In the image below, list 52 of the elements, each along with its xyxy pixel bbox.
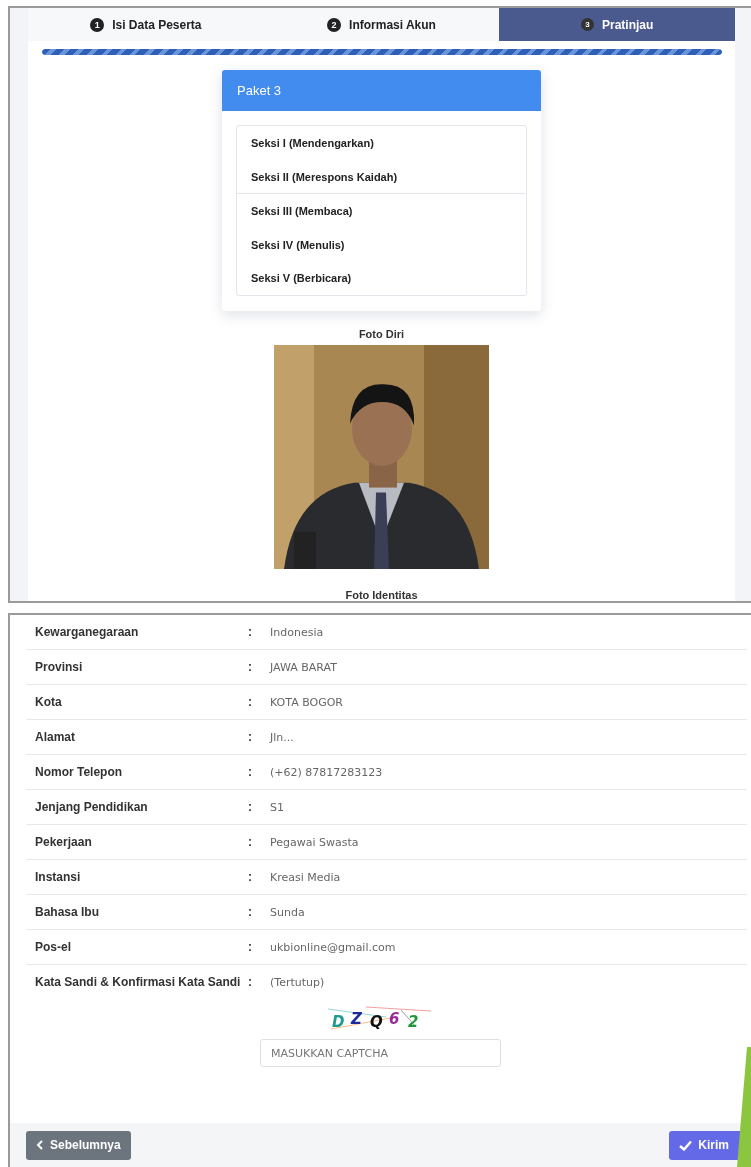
captcha-image: D Z Q 6 2 bbox=[325, 1005, 436, 1033]
colon: : bbox=[248, 905, 253, 919]
field-value: Jln... bbox=[270, 730, 294, 744]
section-item: Seksi II (Merespons Kaidah) bbox=[237, 159, 526, 195]
colon: : bbox=[248, 940, 253, 954]
field-value: (Tertutup) bbox=[270, 975, 325, 989]
field-label: Pekerjaan bbox=[34, 835, 93, 849]
field-value: ukbionline@gmail.com bbox=[270, 940, 396, 954]
section-item: Seksi I (Mendengarkan) bbox=[250, 136, 375, 152]
colon: : bbox=[248, 765, 253, 779]
field-label: Kata Sandi & Konfirmasi Kata Sandi bbox=[34, 975, 242, 989]
colon: : bbox=[248, 730, 253, 744]
field-value: S1 bbox=[270, 800, 284, 814]
field-label: Kota bbox=[34, 695, 63, 709]
field-label: Kewarganegaraan bbox=[34, 625, 140, 639]
field-value: Indonesia bbox=[270, 625, 324, 639]
step-number: 2 bbox=[327, 17, 342, 32]
field-value: Kreasi Media bbox=[270, 870, 341, 884]
captcha-field[interactable]: MASUKKAN CAPTCHA bbox=[260, 1039, 501, 1067]
colon: : bbox=[248, 660, 253, 674]
step-tab[interactable]: 2 Informasi Akun bbox=[263, 8, 500, 42]
field-value: JAWA BARAT bbox=[270, 660, 337, 674]
check-icon bbox=[679, 1139, 693, 1151]
field-value: Sunda bbox=[270, 905, 305, 919]
photo-label: Foto Identitas bbox=[345, 589, 418, 601]
field-label: Pos-el bbox=[34, 940, 72, 954]
colon: : bbox=[248, 695, 253, 709]
chevron-left-icon bbox=[36, 1140, 44, 1150]
previous-button[interactable]: Sebelumnya bbox=[26, 1130, 131, 1160]
card-header: Paket 3 bbox=[222, 70, 541, 112]
step-tab[interactable]: 3 Pratinjau bbox=[499, 8, 735, 42]
section-item: Seksi V (Berbicara) bbox=[250, 271, 353, 287]
field-label: Provinsi bbox=[34, 660, 84, 674]
colon: : bbox=[248, 835, 253, 849]
field-value: KOTA BOGOR bbox=[270, 695, 343, 709]
field-label: Alamat bbox=[34, 730, 76, 744]
colon: : bbox=[248, 870, 253, 884]
colon: : bbox=[248, 625, 253, 639]
section-item: Seksi III (Membaca) bbox=[250, 204, 354, 220]
field-label: Bahasa Ibu bbox=[34, 905, 101, 919]
section-item: Seksi IV (Menulis) bbox=[250, 237, 346, 253]
colon: : bbox=[248, 800, 253, 814]
photo-label: Foto Diri bbox=[358, 327, 405, 340]
field-value: (+62) 87817283123 bbox=[270, 765, 383, 779]
field-label: Instansi bbox=[34, 870, 82, 884]
step-tab[interactable]: 1 Isi Data Peserta bbox=[28, 8, 264, 42]
field-value: Pegawai Swasta bbox=[270, 835, 359, 849]
field-label: Nomor Telepon bbox=[34, 765, 124, 779]
colon: : bbox=[248, 975, 253, 989]
step-number: 1 bbox=[90, 17, 105, 32]
step-number: 3 bbox=[581, 18, 594, 32]
field-label: Jenjang Pendidikan bbox=[34, 800, 149, 814]
